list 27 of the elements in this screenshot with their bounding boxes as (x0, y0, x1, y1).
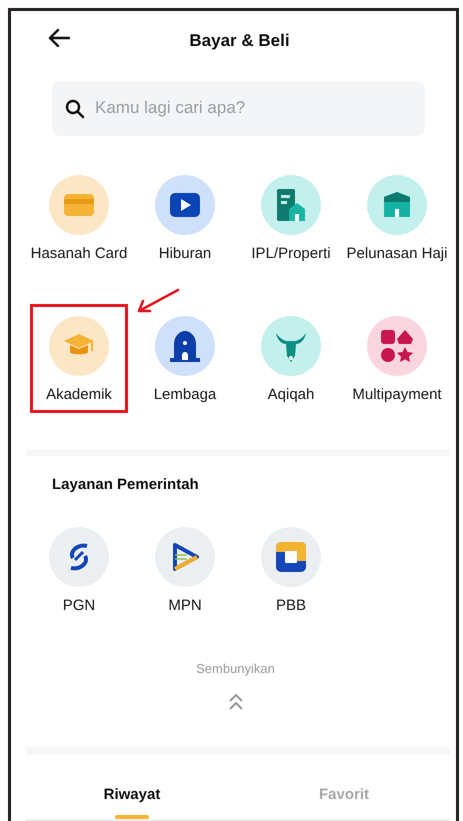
service-label[interactable]: PGN (62, 597, 96, 616)
section-title: Layanan Pemerintah (52, 474, 200, 495)
service-label[interactable]: Lembaga (154, 386, 216, 404)
square-frame-icon (276, 542, 306, 572)
double-chevron-up-icon[interactable] (228, 692, 244, 711)
card-icon (64, 194, 94, 216)
service-label[interactable]: Multipayment (352, 386, 442, 404)
shapes-icon (381, 330, 413, 362)
tab[interactable]: Riwayat (104, 768, 160, 815)
page-title: Bayar & Beli (189, 30, 290, 52)
service-label[interactable]: Aqiqah (268, 386, 314, 404)
service-label[interactable]: Akademik (46, 386, 112, 404)
back-icon[interactable] (48, 29, 70, 47)
swirl-icon (67, 542, 91, 572)
search-icon (65, 99, 85, 120)
service-label[interactable]: Hasanah Card (30, 244, 128, 263)
tab-indicator (115, 815, 149, 819)
play-icon (170, 192, 200, 217)
triangle-play-icon (171, 542, 199, 572)
service-label[interactable]: IPL/Properti (251, 244, 331, 263)
service-label[interactable]: Pelunasan Haji (346, 244, 448, 263)
service-label[interactable]: MPN (168, 597, 202, 616)
service-label[interactable]: PBB (276, 597, 306, 616)
annotation-arrow (136, 288, 180, 314)
service-label[interactable]: Hiburan (158, 244, 212, 263)
building-icon (277, 188, 305, 221)
search-field[interactable]: Kamu lagi cari apa? (52, 81, 425, 136)
